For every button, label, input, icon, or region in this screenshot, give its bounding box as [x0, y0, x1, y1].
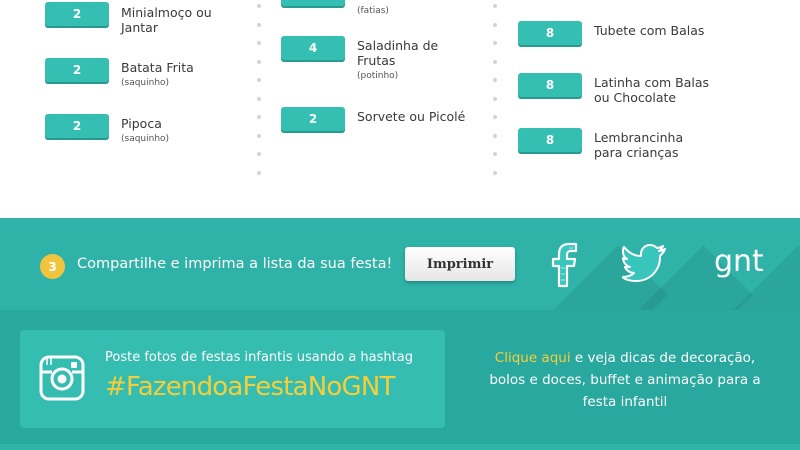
item-note: (saquinho) [121, 78, 170, 88]
print-button[interactable]: Imprimir [405, 247, 515, 281]
list-item: 2 Sorvete ou Picolé [281, 107, 465, 131]
facebook-icon[interactable] [545, 238, 587, 290]
share-section: 3 Compartilhe e imprima a lista da sua f… [0, 218, 800, 310]
instagram-caption: Poste fotos de festas infantis usando a … [105, 350, 413, 365]
instagram-icon[interactable] [39, 355, 85, 401]
tips-text: Clique aqui e veja dicas de decoração, b… [475, 347, 775, 413]
item-note: (saquinho) [121, 134, 170, 144]
party-list: 2 Minialmoço ou Jantar 2 Batata Frita (s… [0, 0, 800, 218]
item-name: Sorvete ou Picolé [357, 109, 466, 124]
column-divider [493, 4, 497, 189]
list-item: 2 Minialmoço ou Jantar [45, 2, 231, 35]
tips-link[interactable]: Clique aqui [495, 350, 571, 366]
item-name: Batata Frita [121, 60, 194, 75]
list-item: 2 Batata Frita (saquinho) [45, 58, 194, 88]
instagram-hashtag[interactable]: #FazendoaFestaNoGNT [105, 372, 395, 402]
item-note: (fatias) [357, 6, 389, 16]
quantity-badge: 2 [45, 114, 109, 138]
item-name: Tubete com Balas [594, 23, 705, 38]
instagram-box: Poste fotos de festas infantis usando a … [20, 330, 445, 428]
item-name: Latinha com Balas ou Chocolate [594, 75, 710, 105]
list-item: 8 Lembrancinha para crianças [518, 128, 694, 160]
item-name: Lembrancinha para crianças [594, 130, 684, 160]
quantity-badge: 8 [518, 128, 582, 152]
column-divider [257, 4, 261, 189]
quantity-badge: 4 [281, 36, 345, 60]
footer-section: Poste fotos de festas infantis usando a … [0, 310, 800, 450]
list-item: 8 Tubete com Balas [518, 21, 704, 45]
quantity-badge: 2 [45, 58, 109, 82]
share-heading: Compartilhe e imprima a lista da sua fes… [77, 256, 393, 272]
item-name: Pipoca [121, 116, 162, 131]
quantity-badge [281, 0, 345, 6]
step-number-badge: 3 [40, 254, 65, 279]
list-item: 2 Pipoca (saquinho) [45, 114, 169, 144]
quantity-badge: 2 [281, 107, 345, 131]
item-name: Minialmoço ou Jantar [121, 5, 212, 35]
list-item: (fatias) [281, 0, 389, 16]
quantity-badge: 2 [45, 2, 109, 26]
quantity-badge: 8 [518, 21, 582, 45]
quantity-badge: 8 [518, 73, 582, 97]
gnt-logo-text: gnt [714, 246, 764, 279]
list-item: 4 Saladinha de Frutas (potinho) [281, 36, 457, 81]
item-note: (potinho) [357, 71, 399, 81]
gnt-logo[interactable]: gnt [712, 244, 784, 282]
list-item: 8 Latinha com Balas ou Chocolate [518, 73, 719, 105]
footer-strip [0, 444, 800, 450]
twitter-icon[interactable] [621, 244, 668, 284]
item-name: Saladinha de Frutas [357, 38, 439, 68]
